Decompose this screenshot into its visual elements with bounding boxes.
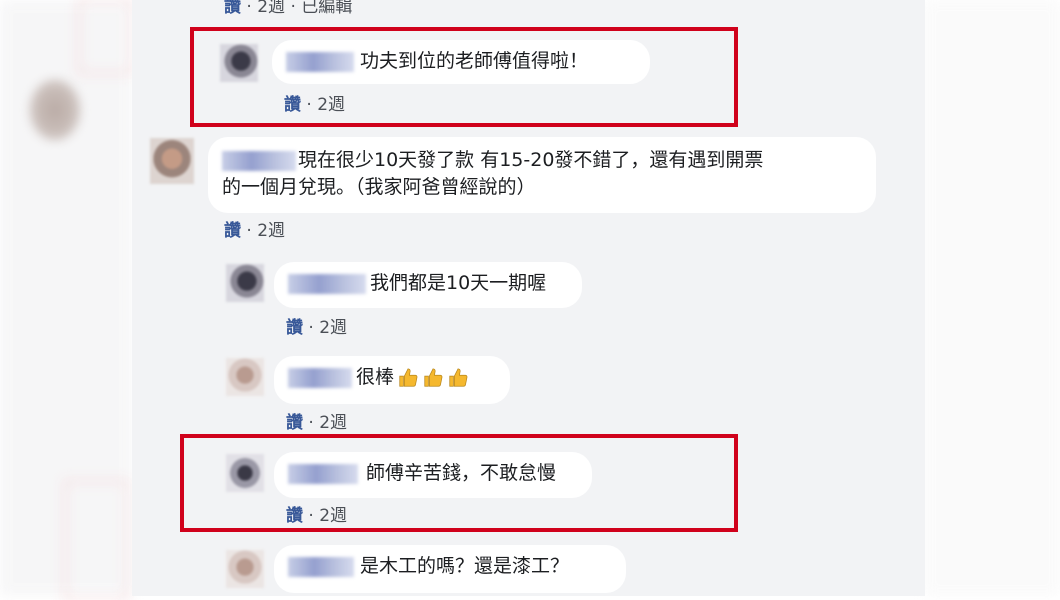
comment-time[interactable]: 2週 xyxy=(319,413,347,433)
like-link[interactable]: 讚 xyxy=(286,413,303,433)
comment-bubble: 現在很少10天發了款 有15-20發不錯了，還有遇到開票 的一個月兌現。（我家阿… xyxy=(208,137,876,213)
avatar[interactable] xyxy=(226,264,264,302)
comment-time[interactable]: 2週 xyxy=(319,318,347,338)
thumbs-up-icon xyxy=(399,368,418,387)
commenter-name[interactable] xyxy=(288,557,354,577)
comment-bubble: 很棒 xyxy=(274,356,510,404)
comment-meta: 讚 · 2週 xyxy=(286,318,348,338)
comment-feed: 讚 · 2週 · 已編輯 功夫到位的老師傅值得啦！ 讚 · 2週 現在很少10天… xyxy=(132,0,925,596)
thumbs-up-icon xyxy=(449,368,468,387)
background-avatar xyxy=(30,80,80,140)
like-link[interactable]: 讚 xyxy=(286,318,303,338)
like-link[interactable]: 讚 xyxy=(224,0,241,17)
comment-meta-top: 讚 · 2週 · 已編輯 xyxy=(224,0,352,17)
comment-time[interactable]: 2週 xyxy=(257,0,285,17)
comment-time[interactable]: 2週 xyxy=(257,221,285,241)
avatar[interactable] xyxy=(226,550,264,588)
comment-bubble: 我們都是10天一期喔 xyxy=(274,262,582,308)
like-link[interactable]: 讚 xyxy=(224,221,241,241)
avatar[interactable] xyxy=(150,138,194,184)
highlight-box xyxy=(180,434,738,532)
thumbs-up-icon xyxy=(424,368,443,387)
commenter-name[interactable] xyxy=(222,151,296,171)
comment-text: 很棒 xyxy=(356,366,395,388)
edited-label: 已編輯 xyxy=(301,0,353,17)
comment-meta: 讚 · 2週 xyxy=(286,413,348,433)
comment-bubble: 是木工的嗎？還是漆工？ xyxy=(274,545,626,593)
commenter-name[interactable] xyxy=(288,274,366,294)
comment-text: 我們都是10天一期喔 xyxy=(370,272,547,294)
comment-text: 是木工的嗎？還是漆工？ xyxy=(360,555,570,577)
highlight-box xyxy=(190,27,738,127)
avatar[interactable] xyxy=(226,358,264,396)
background-frame xyxy=(64,480,128,600)
background-right-panel xyxy=(925,0,1060,596)
comment-text-line1: 現在很少10天發了款 有15-20發不錯了，還有遇到開票 xyxy=(298,149,764,171)
commenter-name[interactable] xyxy=(288,368,352,388)
comment-meta: 讚 · 2週 xyxy=(224,221,286,241)
background-frame xyxy=(78,0,132,74)
comment-text-line2: 的一個月兌現。（我家阿爸曾經說的） xyxy=(222,176,536,198)
